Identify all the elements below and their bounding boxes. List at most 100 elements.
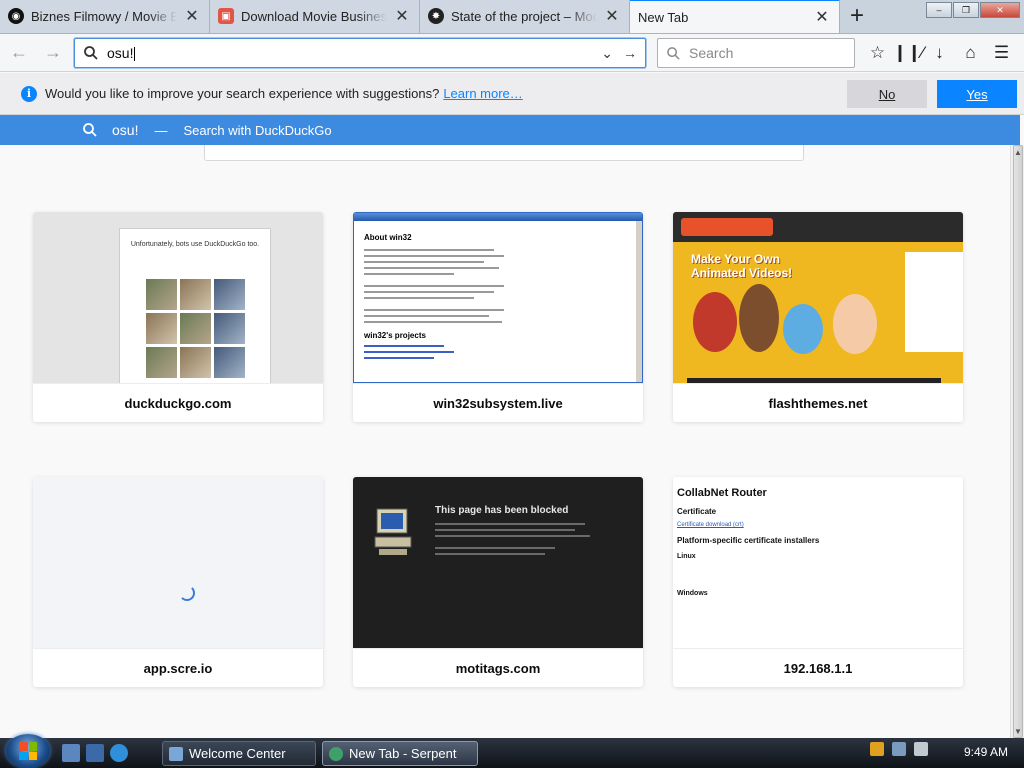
captcha-panel: Unfortunately, bots use DuckDuckGo too.	[119, 228, 271, 383]
film-icon: ◉	[8, 8, 24, 24]
yes-button[interactable]: Yes	[937, 80, 1017, 108]
search-suggestion-row[interactable]: osu! — Search with DuckDuckGo	[0, 115, 1020, 145]
close-icon[interactable]: ✕	[393, 7, 411, 25]
site-thumbnail: About win32 win32's projects	[353, 212, 643, 383]
learn-more-link[interactable]: Learn more…	[443, 86, 522, 101]
router-linux-heading: Linux	[677, 553, 696, 560]
top-site-tile[interactable]: Unfortunately, bots use DuckDuckGo too. …	[33, 212, 323, 422]
scroll-down-icon[interactable]: ▼	[1011, 724, 1024, 738]
volume-muted-icon[interactable]	[914, 742, 928, 756]
site-thumbnail	[33, 477, 323, 648]
system-tray	[870, 742, 928, 756]
quick-launch	[62, 744, 128, 762]
taskbar-item-label: New Tab - Serpent	[349, 746, 457, 761]
close-icon[interactable]: ✕	[813, 8, 831, 26]
taskbar-item-label: Welcome Center	[189, 746, 286, 761]
tile-label: win32subsystem.live	[353, 383, 643, 422]
site-thumbnail: CollabNet Router Certificate Certificate…	[673, 477, 963, 648]
search-icon	[667, 46, 680, 60]
no-button[interactable]: No	[847, 80, 927, 108]
tab-title: Download Movie Business 2	[241, 8, 387, 24]
taskbar: Welcome Center New Tab - Serpent 9:49 AM	[0, 734, 1024, 768]
info-icon: i	[21, 85, 37, 102]
tab-new-tab[interactable]: New Tab ✕	[630, 0, 840, 33]
tab-download-movie-business[interactable]: ▣ Download Movie Business 2 ✕	[210, 0, 420, 33]
suggestion-term: osu!	[112, 122, 139, 138]
sims-icon: ✸	[428, 8, 444, 24]
tile-label: app.scre.io	[33, 648, 323, 687]
router-cert-heading: Certificate	[677, 507, 717, 516]
back-arrow-icon: ←	[10, 42, 28, 62]
search-icon	[83, 123, 97, 137]
page-search-box[interactable]	[204, 145, 804, 161]
top-site-tile[interactable]: Make Your Own Animated Videos! flashtheme…	[673, 212, 963, 422]
top-site-tile[interactable]: CollabNet Router Certificate Certificate…	[673, 477, 963, 687]
taskbar-item-serpent[interactable]: New Tab - Serpent	[322, 741, 478, 766]
top-site-tile[interactable]: About win32 win32's projects win32subsys…	[353, 212, 643, 422]
url-bar[interactable]: osu! ⌄ →	[74, 38, 646, 68]
window-close-button[interactable]: ✕	[980, 2, 1020, 18]
vertical-scrollbar[interactable]: ▲ ▼	[1010, 145, 1024, 738]
top-site-tile[interactable]: app.scre.io	[33, 477, 323, 687]
serpent-browser-icon	[329, 746, 343, 761]
maximize-button[interactable]: ❐	[953, 2, 979, 18]
tab-title: New Tab	[638, 9, 689, 25]
chevron-down-icon[interactable]: ⌄	[601, 45, 613, 62]
network-icon[interactable]	[892, 742, 906, 756]
search-suggestions-prompt: i Would you like to improve your search …	[0, 73, 1024, 115]
go-arrow-icon[interactable]: →	[623, 45, 637, 61]
close-icon[interactable]: ✕	[183, 7, 201, 25]
clock[interactable]: 9:49 AM	[964, 745, 1008, 759]
close-icon[interactable]: ✕	[603, 7, 621, 25]
prompt-message: Would you like to improve your search ex…	[45, 86, 440, 101]
scroll-up-icon[interactable]: ▲	[1011, 145, 1024, 159]
site-thumbnail: This page has been blocked	[353, 477, 643, 648]
menu-icon[interactable]: ☰	[986, 38, 1017, 68]
start-button[interactable]	[6, 734, 50, 768]
tile-label: flashthemes.net	[673, 383, 963, 422]
forward-button[interactable]: →	[38, 38, 68, 68]
tab-state-of-project[interactable]: ✸ State of the project – Mod The Sims ✕	[420, 0, 630, 33]
blocked-heading: This page has been blocked	[435, 505, 569, 516]
site-thumbnail: Make Your Own Animated Videos!	[673, 212, 963, 383]
back-button[interactable]: ←	[4, 38, 34, 68]
tab-biznes-filmowy[interactable]: ◉ Biznes Filmowy / Movie Business ✕	[0, 0, 210, 33]
tile-label: duckduckgo.com	[33, 383, 323, 422]
thumb-headline: Make Your Own Animated Videos!	[691, 252, 793, 280]
security-shield-icon[interactable]	[870, 742, 884, 756]
scrollbar-thumb[interactable]	[1013, 145, 1023, 738]
bookmark-star-icon[interactable]: ☆	[862, 38, 893, 68]
welcome-center-icon	[169, 746, 183, 761]
url-input-value[interactable]: osu!	[107, 45, 133, 61]
app-icon: ▣	[218, 8, 234, 24]
new-tab-button[interactable]: +	[840, 0, 874, 33]
switch-windows-icon[interactable]	[86, 744, 104, 762]
signup-form	[905, 252, 963, 352]
library-icon[interactable]: ❙❙⁄	[893, 38, 924, 68]
internet-explorer-icon[interactable]	[110, 744, 128, 762]
top-site-tile[interactable]: This page has been blocked motitags.com	[353, 477, 643, 687]
home-icon[interactable]: ⌂	[955, 38, 986, 68]
separator: —	[154, 122, 168, 138]
captcha-heading: Unfortunately, bots use DuckDuckGo too.	[130, 241, 260, 248]
window-controls: – ❐ ✕	[926, 2, 1020, 18]
search-bar[interactable]: Search	[657, 38, 855, 68]
text-cursor	[134, 47, 136, 62]
tab-title: State of the project – Mod The Sims	[451, 8, 597, 24]
captcha-grid	[146, 279, 245, 378]
toolbar-buttons: ☆ ❙❙⁄ ↓ ⌂ ☰	[862, 38, 1017, 68]
forward-arrow-icon: →	[44, 42, 62, 62]
new-tab-page: Unfortunately, bots use DuckDuckGo too. …	[0, 145, 1010, 738]
tile-label: 192.168.1.1	[673, 648, 963, 687]
tab-title: Biznes Filmowy / Movie Business	[31, 8, 177, 24]
router-windows-heading: Windows	[677, 590, 708, 597]
show-desktop-icon[interactable]	[62, 744, 80, 762]
site-thumbnail: Unfortunately, bots use DuckDuckGo too.	[33, 212, 323, 383]
downloads-icon[interactable]: ↓	[924, 38, 955, 68]
minimize-button[interactable]: –	[926, 2, 952, 18]
windows-logo-icon	[19, 742, 37, 760]
router-installers-heading: Platform-specific certificate installers	[677, 536, 820, 545]
flashthemes-logo	[681, 218, 773, 236]
taskbar-item-welcome-center[interactable]: Welcome Center	[162, 741, 316, 766]
tab-strip: ◉ Biznes Filmowy / Movie Business ✕ ▣ Do…	[0, 0, 1024, 34]
